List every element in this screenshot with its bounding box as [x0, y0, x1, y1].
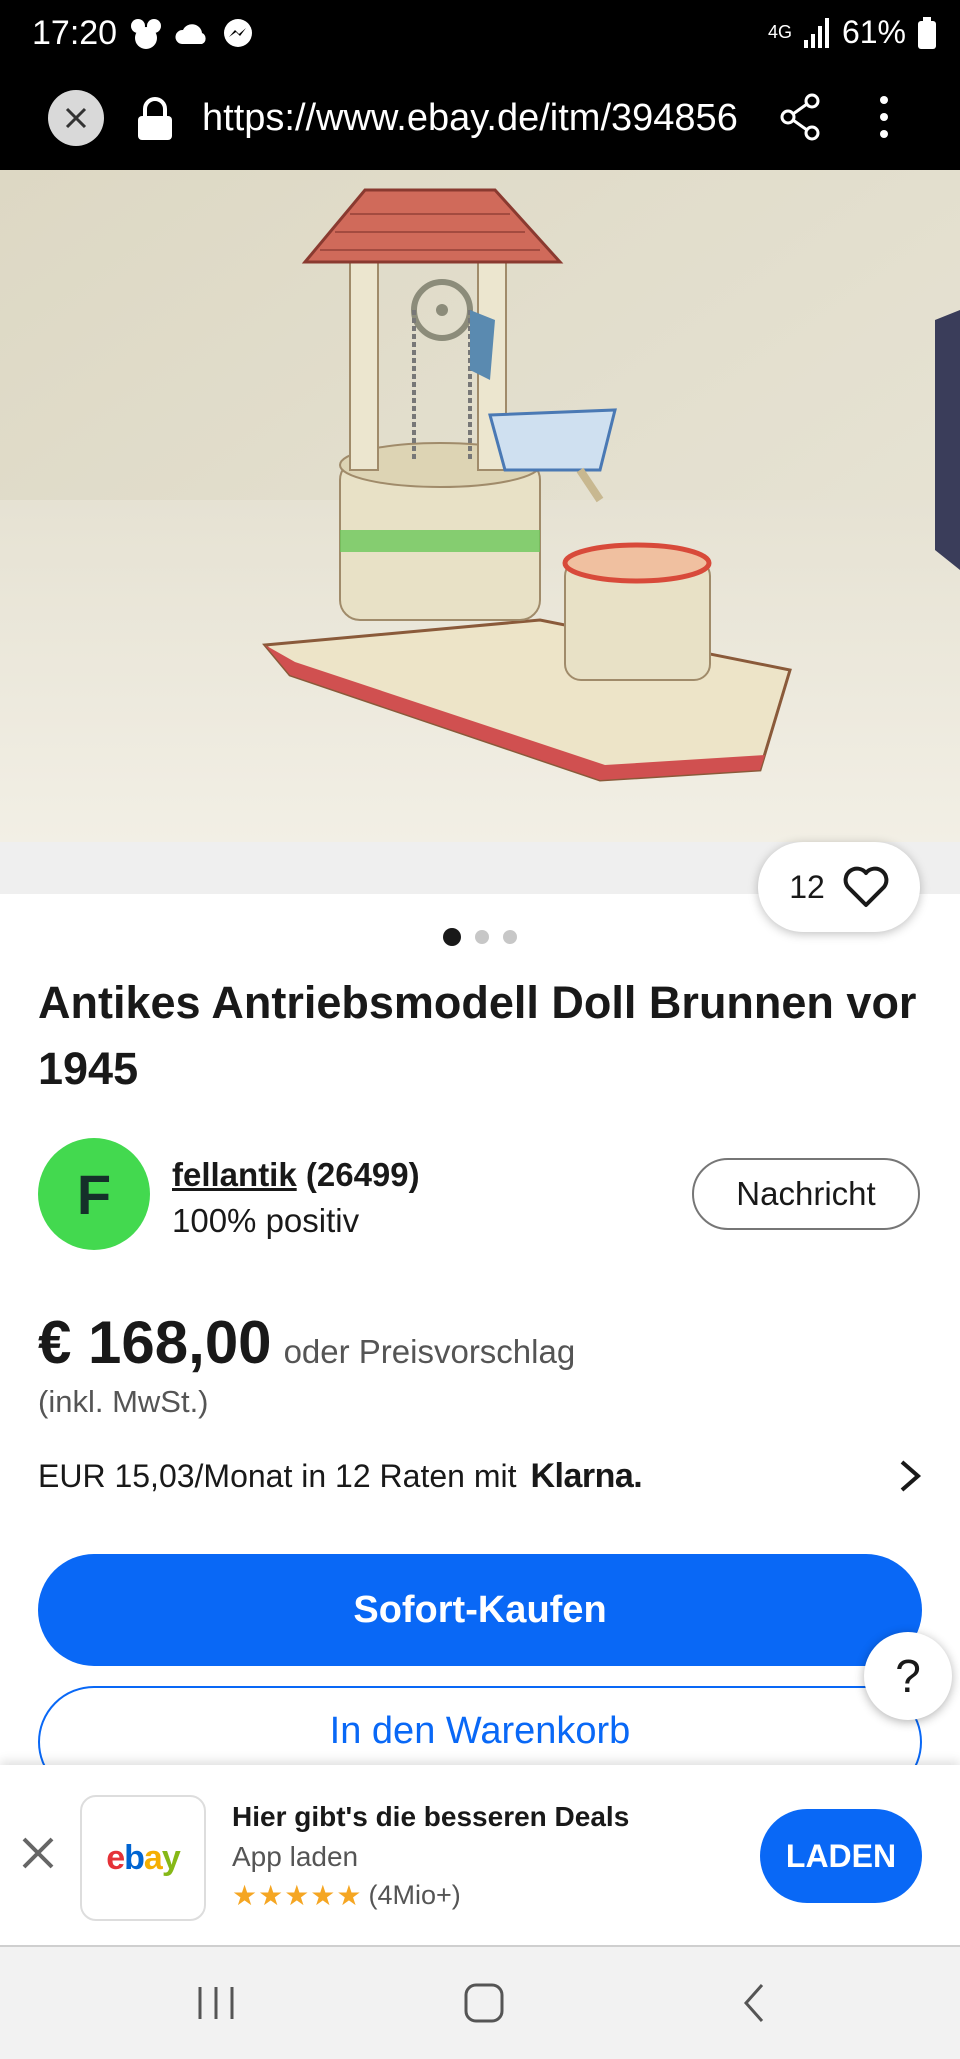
lock-icon [138, 97, 172, 140]
carousel-dot-1[interactable] [443, 928, 461, 946]
status-time: 17:20 [32, 14, 118, 52]
share-icon[interactable] [778, 92, 822, 142]
heart-icon [843, 866, 889, 907]
browser-url-bar: https://www.ebay.de/itm/394856 [0, 70, 960, 170]
seller-avatar[interactable]: F [38, 1138, 150, 1250]
close-icon[interactable] [18, 1833, 58, 1873]
mouse-icon [131, 19, 161, 49]
banner-subtitle: App laden [232, 1841, 359, 1872]
status-bar: 17:20 4G 61% [0, 0, 960, 70]
help-icon: ? [895, 1650, 921, 1702]
seller-name-line[interactable]: fellantik (26499) [172, 1156, 420, 1194]
rating-count: (4Mio+) [368, 1880, 461, 1910]
price-offer-text: oder Preisvorschlag [283, 1333, 576, 1370]
seller-name[interactable]: fellantik [172, 1156, 297, 1193]
messenger-icon [224, 19, 252, 47]
banner-rating: ★★★★★ (4Mio+) [232, 1879, 461, 1912]
battery-percent: 61% [841, 14, 906, 50]
seller-score: (26499) [305, 1156, 420, 1193]
url-text[interactable]: https://www.ebay.de/itm/394856 [202, 92, 744, 144]
price-amount: € 168,00 [38, 1309, 272, 1376]
nav-back-icon[interactable] [738, 1981, 770, 2025]
notification-icons [128, 16, 256, 52]
price-row: € 168,00 oder Preisvorschlag [38, 1308, 575, 1377]
battery-icon [918, 16, 936, 49]
close-icon [65, 107, 87, 129]
watchlist-button[interactable]: 12 [758, 842, 920, 932]
install-app-button[interactable]: LADEN [760, 1809, 922, 1903]
star-rating-icon: ★★★★★ [232, 1880, 363, 1911]
financing-text: EUR 15,03/Monat in 12 Raten mit [38, 1457, 517, 1494]
listing-title: Antikes Antriebsmodell Doll Brunnen vor … [38, 977, 917, 1094]
carousel-dot-3[interactable] [503, 930, 517, 944]
seller-feedback: 100% positiv [172, 1202, 360, 1239]
klarna-logo: Klarna. [530, 1456, 643, 1495]
nav-home-icon[interactable] [462, 1981, 506, 2025]
banner-title: Hier gibt's die besseren Deals [232, 1801, 630, 1832]
ebay-app-logo: ebay [80, 1795, 206, 1921]
vat-note: (inkl. MwSt.) [38, 1384, 209, 1419]
nav-recents-icon[interactable] [192, 1981, 240, 2025]
watch-count: 12 [789, 868, 825, 905]
seller-card: F fellantik (26499) 100% positiv Nachric… [38, 1138, 922, 1250]
carousel-dot-2[interactable] [475, 930, 489, 944]
product-image[interactable] [0, 170, 960, 842]
system-nav-bar [0, 1947, 960, 2059]
buy-now-button[interactable]: Sofort-Kaufen [38, 1554, 922, 1666]
cloud-icon [175, 24, 206, 44]
network-label: 4G [767, 22, 792, 42]
chevron-right-icon [900, 1460, 922, 1492]
app-install-banner: ebay Hier gibt's die besseren Deals App … [0, 1765, 960, 1947]
message-button[interactable]: Nachricht [692, 1158, 920, 1230]
financing-row[interactable]: EUR 15,03/Monat in 12 Raten mit Klarna. [38, 1450, 922, 1502]
status-right: 4G 61% [768, 14, 936, 51]
signal-icon [803, 17, 829, 48]
more-menu-icon[interactable] [872, 92, 896, 142]
close-tab-button[interactable] [48, 90, 104, 146]
help-button[interactable]: ? [864, 1632, 952, 1720]
carousel-indicator [0, 928, 960, 946]
